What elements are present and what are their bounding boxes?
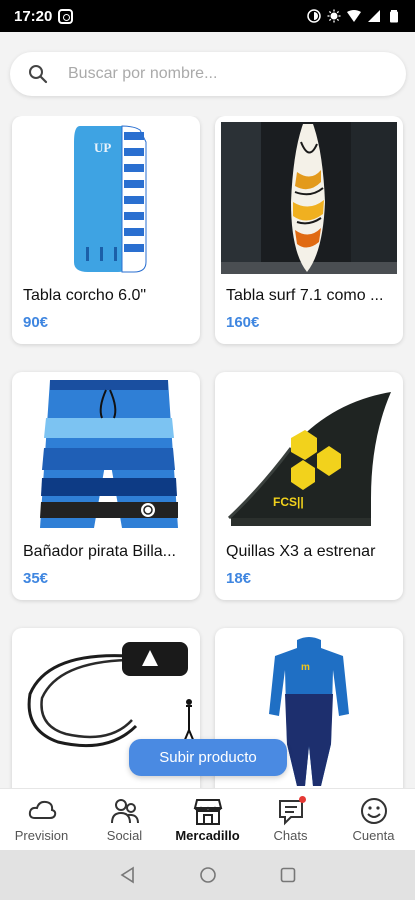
status-bar: 17:20 xyxy=(0,0,415,32)
back-icon[interactable] xyxy=(119,866,137,884)
smiley-icon xyxy=(360,798,387,824)
nav-item-prevision[interactable]: Prevision xyxy=(0,789,83,850)
nav-item-social[interactable]: Social xyxy=(83,789,166,850)
svg-text:FCS||: FCS|| xyxy=(273,495,304,509)
dnd-icon xyxy=(307,9,321,23)
recents-icon[interactable] xyxy=(279,866,297,884)
search-bar[interactable] xyxy=(10,52,406,96)
fins-image: FCS|| xyxy=(221,378,397,530)
product-price: 35€ xyxy=(23,570,49,587)
product-card[interactable]: Bañador pirata Billa... 35€ xyxy=(12,372,200,600)
svg-text:m: m xyxy=(301,662,310,673)
system-nav-bar xyxy=(0,850,415,900)
product-price: 18€ xyxy=(226,570,252,587)
home-icon[interactable] xyxy=(199,866,217,884)
instagram-icon xyxy=(58,8,74,24)
upload-product-button[interactable]: Subir producto xyxy=(129,739,287,776)
cloud-icon xyxy=(28,800,56,819)
store-icon xyxy=(193,799,222,825)
screen: 17:20 UP xyxy=(0,0,415,900)
nav-label: Mercadillo xyxy=(175,828,240,843)
boardshorts-image xyxy=(18,378,194,530)
search-icon xyxy=(29,65,48,84)
product-title: Quillas X3 a estrenar xyxy=(226,543,376,560)
chat-icon xyxy=(276,796,306,826)
brightness-icon xyxy=(327,9,341,23)
search-input[interactable] xyxy=(68,65,368,83)
battery-icon xyxy=(390,10,398,23)
product-card[interactable]: FCS|| Quillas X3 a estrenar 18€ xyxy=(215,372,403,600)
nav-item-mercadillo[interactable]: Mercadillo xyxy=(166,789,249,850)
wifi-icon xyxy=(347,10,361,22)
surfboard-image xyxy=(221,122,397,274)
nav-item-chats[interactable]: Chats xyxy=(249,789,332,850)
status-time: 17:20 xyxy=(14,7,53,25)
nav-label: Chats xyxy=(273,828,308,843)
product-card[interactable]: UP Tabla corcho 6.0" 90€ xyxy=(12,116,200,344)
product-grid[interactable]: UP Tabla corcho 6.0" 90€ Tabla surf 7.1 … xyxy=(0,116,415,788)
bottom-nav: Prevision Social Mercadillo Chats Cuenta xyxy=(0,788,415,850)
softboard-image: UP xyxy=(18,122,194,274)
status-icons xyxy=(307,9,401,23)
product-title: Bañador pirata Billa... xyxy=(23,543,176,560)
nav-label: Cuenta xyxy=(352,828,395,843)
product-title: Tabla corcho 6.0" xyxy=(23,287,147,304)
nav-label: Social xyxy=(106,828,143,843)
notification-dot xyxy=(298,796,306,803)
product-title: Tabla surf 7.1 como ... xyxy=(226,287,384,304)
svg-text:UP: UP xyxy=(94,140,111,155)
nav-item-cuenta[interactable]: Cuenta xyxy=(332,789,415,850)
product-price: 90€ xyxy=(23,314,49,331)
nav-label: Prevision xyxy=(14,828,69,843)
people-icon xyxy=(110,799,139,824)
signal-icon xyxy=(368,10,380,22)
product-card[interactable]: Tabla surf 7.1 como ... 160€ xyxy=(215,116,403,344)
product-price: 160€ xyxy=(226,314,260,331)
